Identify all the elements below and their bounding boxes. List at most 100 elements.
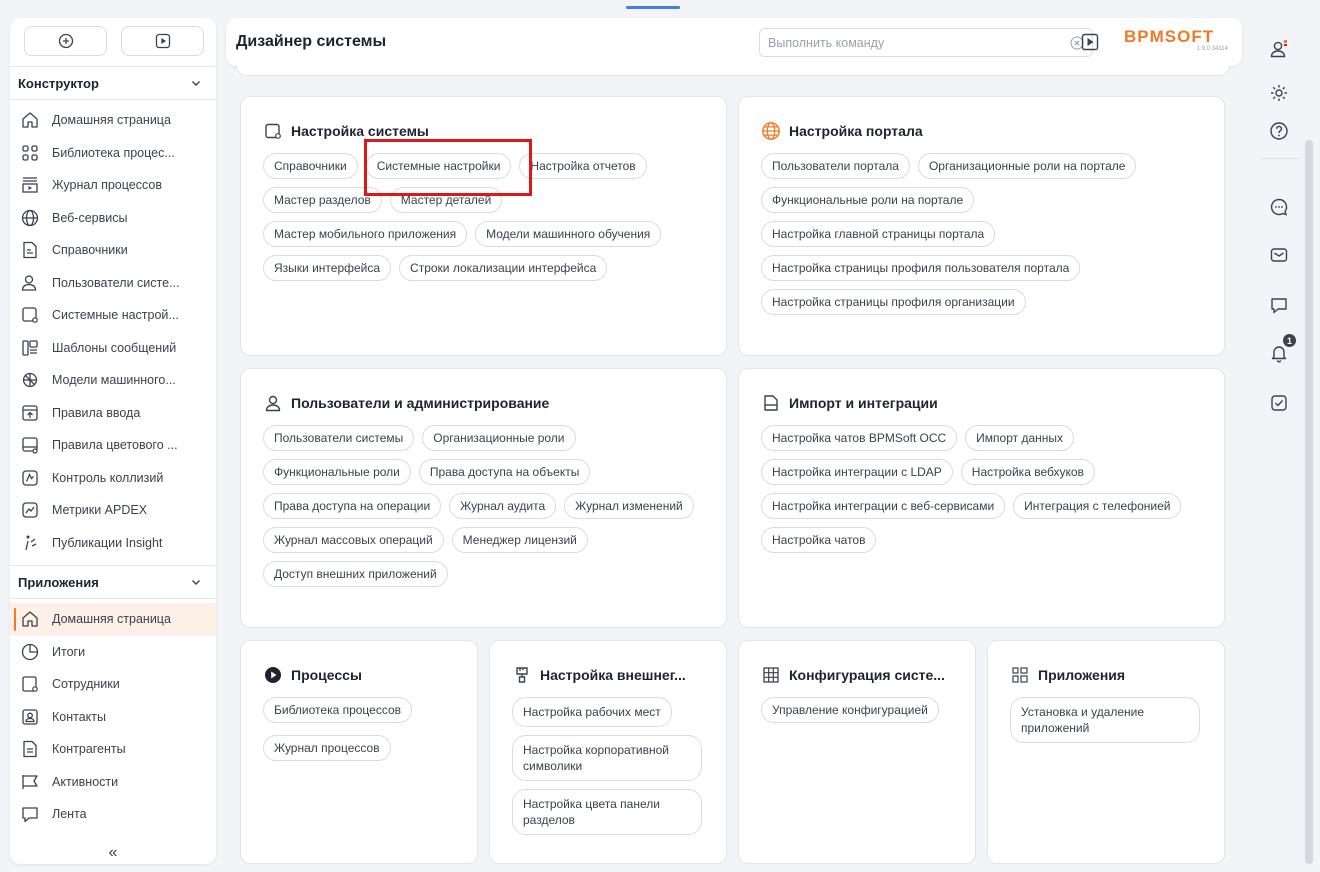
card-title-text: Настройка системы [291, 123, 429, 139]
card-title: Настройка системы [263, 121, 704, 141]
settings-chip[interactable]: Настройка главной страницы портала [761, 221, 996, 247]
process-log-icon [20, 175, 40, 195]
sidebar-item[interactable]: Правила ввода [10, 397, 216, 430]
settings-chip[interactable]: Настройка страницы профиля пользователя … [761, 255, 1081, 281]
sidebar-item[interactable]: Модели машинного... [10, 364, 216, 397]
sidebar-item[interactable]: Домашняя страница [10, 603, 216, 636]
settings-chip[interactable]: Функциональные роли [263, 459, 411, 485]
sidebar-item[interactable]: Контрагенты [10, 733, 216, 766]
sidebar-item[interactable]: Библиотека процес... [10, 137, 216, 170]
chat-button[interactable] [1266, 194, 1292, 220]
sidebar-item[interactable]: Сотрудники [10, 668, 216, 701]
card-system-settings: Настройка системы Справочники Системные н… [240, 96, 727, 356]
sidebar-item[interactable]: Журнал процессов [10, 169, 216, 202]
settings-chip[interactable]: Управление конфигурацией [761, 697, 939, 723]
sidebar-item[interactable]: Шаблоны сообщений [10, 332, 216, 365]
sidebar-item-label: Сотрудники [52, 677, 120, 692]
settings-chip[interactable]: Настройка отчетов [519, 153, 647, 179]
settings-chip[interactable]: Пользователи портала [761, 153, 910, 179]
sidebar-item[interactable]: Итоги [10, 636, 216, 669]
chip-list: Справочники Системные настройки Настройка … [263, 153, 704, 281]
sidebar-item[interactable]: Справочники [10, 234, 216, 267]
settings-chip[interactable]: Настройка страницы профиля организации [761, 289, 1026, 315]
logo-text: BPMSOFT [1124, 27, 1215, 46]
settings-chip[interactable]: Журнал аудита [449, 493, 557, 519]
chip-list: Настройка рабочих мест Настройка корпорат… [512, 697, 704, 835]
tasks-button[interactable] [1266, 390, 1292, 416]
sidebar-item[interactable]: Лента [10, 798, 216, 831]
card-title-text: Конфигурация систе... [789, 667, 945, 683]
sidebar-item[interactable]: Контакты [10, 701, 216, 734]
settings-chip[interactable]: Библиотека процессов [263, 697, 413, 723]
employees-icon [20, 674, 40, 694]
settings-chip[interactable]: Менеджер лицензий [451, 527, 588, 553]
email-button[interactable] [1266, 242, 1292, 268]
settings-chip[interactable]: Мастер деталей [389, 187, 503, 213]
settings-chip[interactable]: Языки интерфейса [263, 255, 392, 281]
settings-chip[interactable]: Пользователи системы [263, 425, 415, 451]
scrollbar[interactable] [1305, 140, 1313, 864]
settings-chip[interactable]: Доступ внешних приложений [263, 561, 448, 587]
sidebar-item-label: Модели машинного... [52, 373, 176, 388]
sidebar-item-label: Библиотека процес... [52, 145, 175, 160]
settings-chip[interactable]: Настройка интеграции с веб-сервисами [761, 493, 1006, 519]
sidebar-item[interactable]: Правила цветового ... [10, 429, 216, 462]
sidebar-item[interactable]: Системные настрой... [10, 299, 216, 332]
add-button[interactable] [24, 26, 107, 56]
settings-chip[interactable]: Права доступа на объекты [418, 459, 591, 485]
settings-chip[interactable]: Системные настройки [365, 153, 512, 179]
collapse-sidebar-button[interactable]: « [10, 842, 216, 864]
settings-chip[interactable]: Интеграция с телефонией [1013, 493, 1182, 519]
card-title: Настройка портала [761, 121, 1202, 141]
sidebar-item[interactable]: Домашняя страница [10, 104, 216, 137]
settings-chip[interactable]: Журнал процессов [263, 735, 391, 761]
settings-chip[interactable]: Функциональные роли на портале [761, 187, 975, 213]
sidebar-item-label: Справочники [52, 243, 128, 258]
card-users-admin: Пользователи и администрирование Пользов… [240, 368, 727, 628]
notifications-button[interactable]: 1 [1266, 334, 1296, 366]
feed-button[interactable] [1266, 292, 1292, 318]
settings-chip[interactable]: Настройка чатов BPMSoft OCC [761, 425, 958, 451]
settings-chip[interactable]: Настройка интеграции с LDAP [761, 459, 953, 485]
settings-chip[interactable]: Настройка корпоративной символики [512, 735, 702, 781]
sidebar-item[interactable]: Веб-сервисы [10, 202, 216, 235]
settings-chip[interactable]: Организационные роли [422, 425, 576, 451]
settings-chip[interactable]: Модели машинного обучения [475, 221, 662, 247]
settings-chip[interactable]: Организационные роли на портале [917, 153, 1137, 179]
sidebar-item[interactable]: Пользователи систе... [10, 267, 216, 300]
settings-chip[interactable]: Мастер разделов [263, 187, 382, 213]
profile-button[interactable] [1266, 36, 1292, 62]
settings-chip[interactable]: Импорт данных [965, 425, 1075, 451]
user-icon [1270, 40, 1287, 58]
settings-button[interactable] [1266, 80, 1292, 106]
settings-chip[interactable]: Права доступа на операции [263, 493, 442, 519]
sidebar-item-label: Контроль коллизий [52, 470, 164, 485]
settings-chip[interactable]: Настройка цвета панели разделов [512, 789, 702, 835]
settings-chip[interactable]: Журнал массовых операций [263, 527, 444, 553]
card-title: Настройка внешнег... [512, 665, 704, 685]
sidebar-section-apps[interactable]: Приложения [10, 565, 216, 599]
run-process-button[interactable] [121, 26, 204, 56]
sidebar-item-label: Итоги [52, 644, 86, 659]
sidebar-item[interactable]: Публикации Insight [10, 527, 216, 560]
sidebar-item[interactable]: Метрики APDEX [10, 494, 216, 527]
settings-chip[interactable]: Настройка рабочих мест [512, 697, 672, 727]
settings-chip[interactable]: Установка и удаление приложений [1010, 697, 1200, 743]
settings-chip[interactable]: Настройка вебхуков [960, 459, 1095, 485]
sidebar-item-label: Домашняя страница [52, 612, 171, 627]
sidebar-item-label: Активности [52, 774, 119, 789]
command-input[interactable] [768, 35, 1070, 50]
sidebar-item[interactable]: Контроль коллизий [10, 462, 216, 495]
settings-chip[interactable]: Строки локализации интерфейса [399, 255, 608, 281]
settings-chip[interactable]: Справочники [263, 153, 358, 179]
help-button[interactable] [1266, 118, 1292, 144]
run-command-icon[interactable] [1081, 33, 1099, 51]
sidebar-item[interactable]: Активности [10, 766, 216, 799]
process-library-icon [20, 143, 40, 163]
card-processes: Процессы Библиотека процессов Журнал проц… [240, 640, 478, 864]
settings-chip[interactable]: Мастер мобильного приложения [263, 221, 468, 247]
settings-chip[interactable]: Журнал изменений [564, 493, 694, 519]
sidebar-top-actions [10, 18, 216, 56]
sidebar-section-constructor[interactable]: Конструктор [10, 66, 216, 100]
settings-chip[interactable]: Настройка чатов [761, 527, 877, 553]
